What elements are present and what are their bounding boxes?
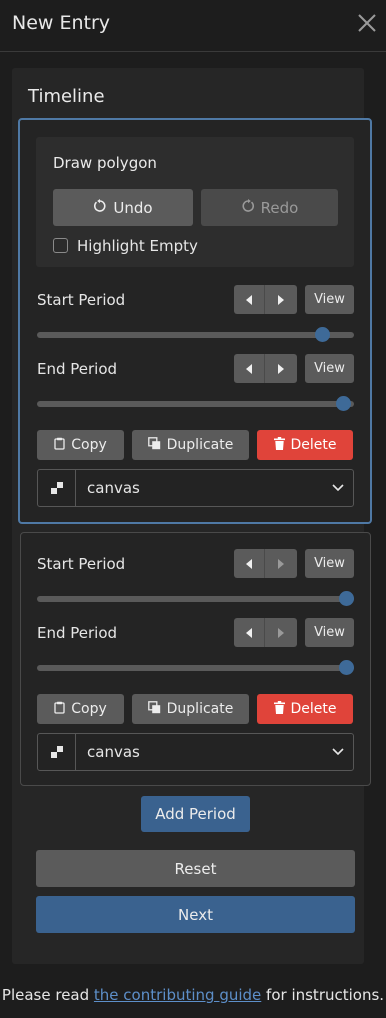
end-period-label: End Period <box>37 360 118 378</box>
undo-icon <box>93 198 107 217</box>
caret-left-icon <box>245 623 253 642</box>
start-period-slider[interactable] <box>37 591 354 606</box>
caret-right-icon <box>277 290 285 309</box>
undo-label: Undo <box>113 198 153 217</box>
end-view-button[interactable]: View <box>305 618 354 647</box>
layer-select-value: canvas <box>87 479 140 497</box>
copy-button[interactable]: Copy <box>37 430 124 460</box>
start-next-button[interactable] <box>265 549 296 578</box>
duplicate-label: Duplicate <box>166 701 234 717</box>
layer-select[interactable]: canvas <box>37 733 354 771</box>
timeline-title: Timeline <box>28 86 105 107</box>
caret-right-icon <box>277 623 285 642</box>
next-button[interactable]: Next <box>36 896 355 933</box>
trash-icon <box>273 436 285 454</box>
end-next-button[interactable] <box>265 354 296 383</box>
copy-label: Copy <box>71 437 107 453</box>
canvas-layer-icon <box>38 470 76 506</box>
end-period-stepper <box>234 354 297 383</box>
end-period-slider[interactable] <box>37 396 354 411</box>
start-period-slider-thumb[interactable] <box>339 591 354 606</box>
end-period-slider-thumb[interactable] <box>339 660 354 675</box>
duplicate-icon <box>147 436 161 454</box>
start-period-label: Start Period <box>37 291 126 309</box>
footer-prefix: Please read <box>1 986 94 1004</box>
highlight-empty-checkbox[interactable] <box>53 238 68 253</box>
start-period-label: Start Period <box>37 555 126 573</box>
draw-polygon-title: Draw polygon <box>53 154 157 172</box>
chevron-down-icon <box>323 484 353 492</box>
end-period-label: End Period <box>37 624 118 642</box>
footer-suffix: for instructions. <box>261 986 385 1004</box>
canvas-layer-icon <box>38 734 76 770</box>
dialog-title: New Entry <box>12 12 111 34</box>
delete-label: Delete <box>290 701 337 717</box>
clipboard-icon <box>54 701 65 718</box>
start-period-stepper <box>234 549 297 578</box>
add-period-button[interactable]: Add Period <box>141 796 250 832</box>
caret-left-icon <box>245 290 253 309</box>
start-next-button[interactable] <box>265 285 296 314</box>
delete-label: Delete <box>290 437 337 453</box>
copy-button[interactable]: Copy <box>37 694 124 724</box>
start-period-slider[interactable] <box>37 327 354 342</box>
delete-button[interactable]: Delete <box>257 694 353 724</box>
close-icon[interactable] <box>354 10 380 36</box>
start-prev-button[interactable] <box>234 285 265 314</box>
start-view-button[interactable]: View <box>305 285 354 314</box>
reset-button[interactable]: Reset <box>36 850 355 887</box>
end-prev-button[interactable] <box>234 354 265 383</box>
caret-left-icon <box>245 554 253 573</box>
end-next-button[interactable] <box>265 618 296 647</box>
redo-button[interactable]: Redo <box>201 189 338 226</box>
caret-right-icon <box>277 359 285 378</box>
start-view-button[interactable]: View <box>305 549 354 578</box>
end-period-slider-thumb[interactable] <box>335 396 351 411</box>
footer-note: Please read the contributing guide for i… <box>0 984 386 1006</box>
start-period-stepper <box>234 285 297 314</box>
delete-button[interactable]: Delete <box>257 430 353 460</box>
redo-label: Redo <box>260 198 299 217</box>
end-prev-button[interactable] <box>234 618 265 647</box>
end-period-stepper <box>234 618 297 647</box>
start-prev-button[interactable] <box>234 549 265 578</box>
end-view-button[interactable]: View <box>305 354 354 383</box>
copy-label: Copy <box>71 701 107 717</box>
caret-right-icon <box>277 554 285 573</box>
layer-select[interactable]: canvas <box>37 469 354 507</box>
duplicate-label: Duplicate <box>166 437 234 453</box>
chevron-down-icon <box>323 748 353 756</box>
duplicate-icon <box>147 700 161 718</box>
duplicate-button[interactable]: Duplicate <box>132 694 249 724</box>
header-divider <box>0 51 386 52</box>
undo-button[interactable]: Undo <box>53 189 193 226</box>
clipboard-icon <box>54 437 65 454</box>
caret-left-icon <box>245 359 253 378</box>
duplicate-button[interactable]: Duplicate <box>132 430 249 460</box>
highlight-empty-label: Highlight Empty <box>77 237 198 255</box>
redo-icon <box>241 198 255 217</box>
contributing-guide-link[interactable]: the contributing guide <box>94 986 261 1004</box>
end-period-slider[interactable] <box>37 660 354 675</box>
layer-select-value: canvas <box>87 743 140 761</box>
trash-icon <box>273 700 285 718</box>
start-period-slider-thumb[interactable] <box>314 327 330 342</box>
